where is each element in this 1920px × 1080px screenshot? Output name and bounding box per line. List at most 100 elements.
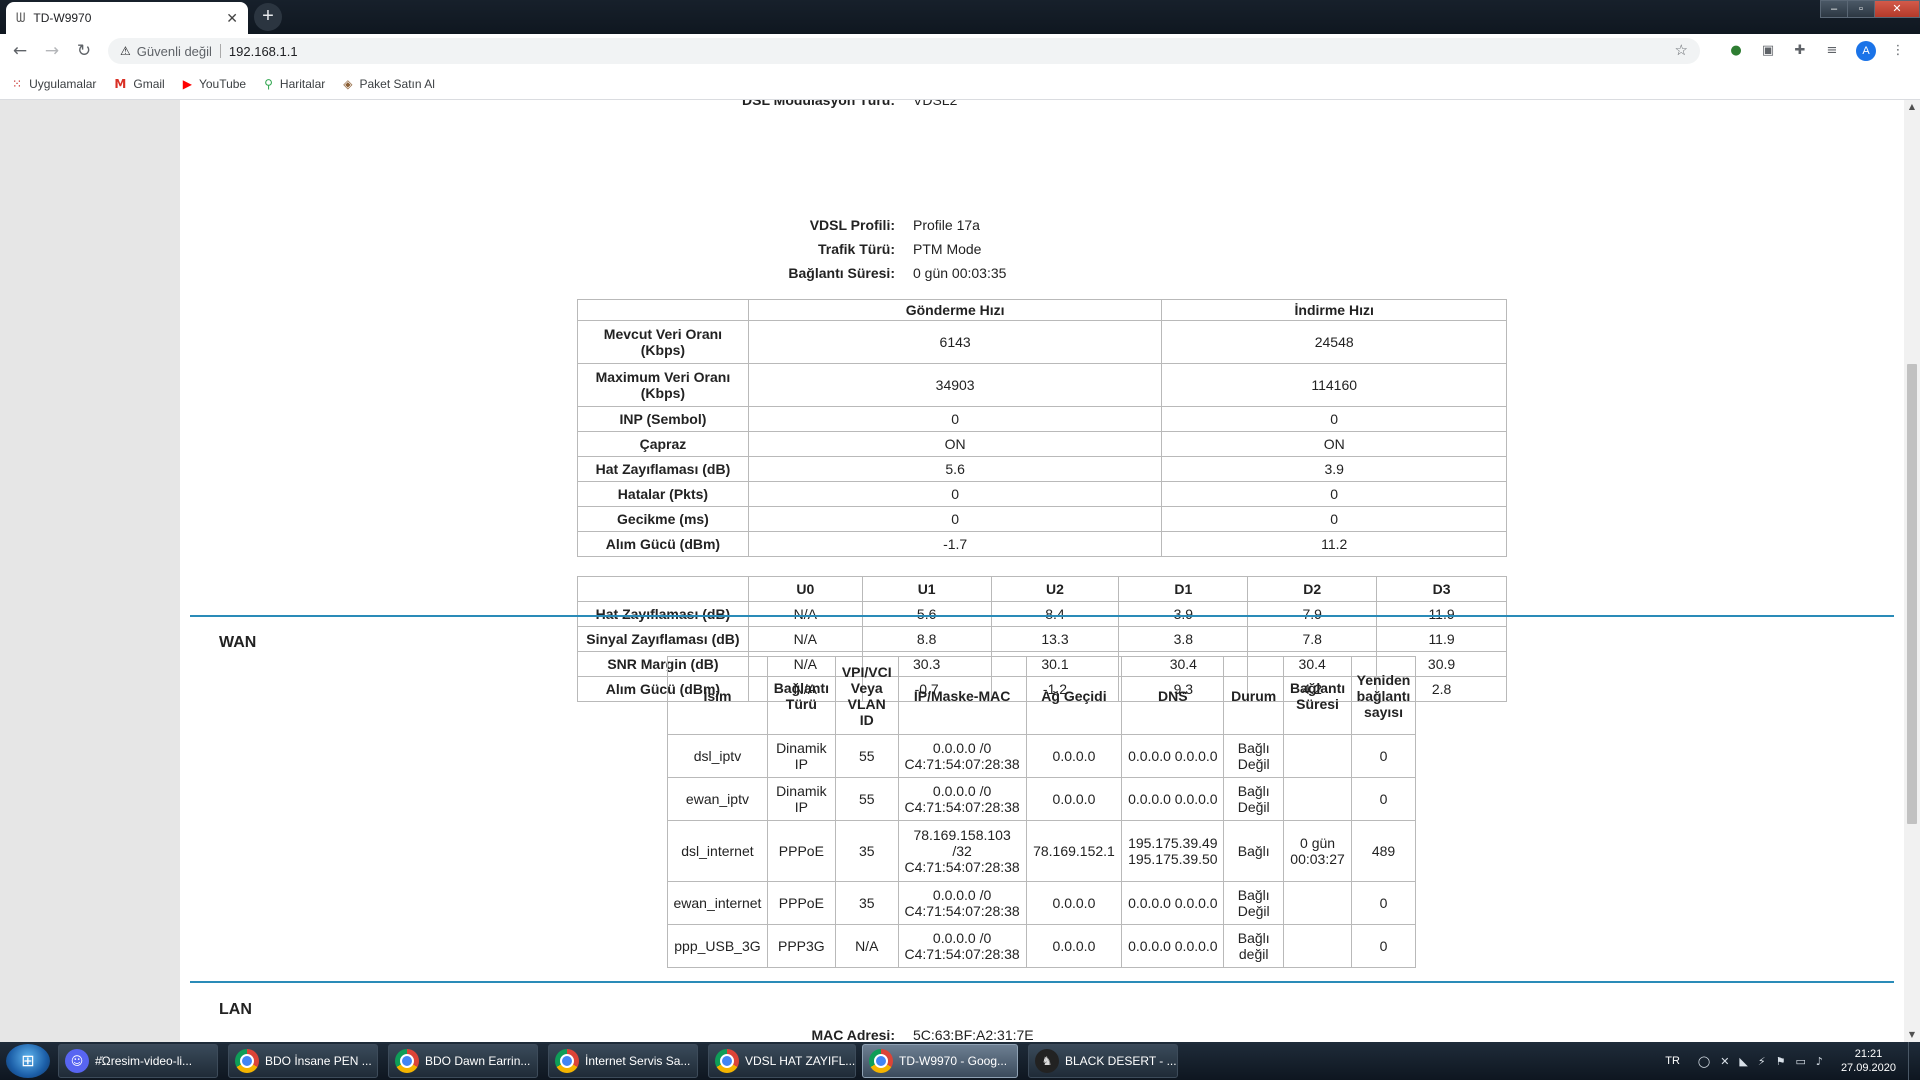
bookmark-label: Uygulamalar	[29, 76, 97, 91]
band-header-row: U0 U1 U2 D1 D2 D3	[577, 576, 1507, 602]
profile-avatar[interactable]: A	[1856, 41, 1876, 61]
reload-button[interactable]: ↻	[72, 39, 96, 63]
bookmark-maps[interactable]: ⚲ Haritalar	[264, 77, 325, 91]
table-cell: 7.9	[1247, 601, 1378, 627]
connection-time-label: Bağlantı Süresi:	[788, 265, 895, 281]
wan-cell: 0.0.0.0 /0 C4:71:54:07:28:38	[897, 734, 1027, 778]
taskbar-item[interactable]: BDO Dawn Earrin...	[388, 1044, 538, 1078]
table-row: Hat Zayıflaması (dB) 5.6 3.9	[577, 456, 1507, 482]
table-cell: 0	[747, 481, 1163, 507]
address-bar[interactable]: ⚠ Güvenli değil 192.168.1.1 ☆	[108, 38, 1700, 64]
close-window-button[interactable]: ✕	[1874, 0, 1920, 18]
band-header-cell: U1	[861, 576, 992, 602]
scroll-down-arrow-icon[interactable]: ▼	[1904, 1028, 1920, 1042]
discord-icon: ☺	[65, 1049, 89, 1073]
url-text[interactable]: 192.168.1.1	[229, 44, 298, 59]
tray-network-icon[interactable]: ⚡	[1758, 1055, 1766, 1068]
taskbar-item[interactable]: TD-W9970 - Goog...	[862, 1044, 1018, 1078]
taskbar-item[interactable]: İnternet Servis Sa...	[548, 1044, 698, 1078]
volume-icon[interactable]: ♪	[1816, 1055, 1823, 1068]
minimize-button[interactable]: –	[1820, 0, 1848, 18]
wan-cell: 0.0.0.0	[1025, 924, 1123, 968]
wan-header-cell: Bağlantı Süresi	[1283, 656, 1352, 735]
taskbar-item[interactable]: ☺ #Ώresim-video-li...	[58, 1044, 218, 1078]
media-queue-icon[interactable]: ≡	[1822, 41, 1842, 61]
extensions-puzzle-icon[interactable]: ✚	[1790, 41, 1810, 61]
close-tab-icon[interactable]: ✕	[226, 10, 238, 27]
tab-title: TD-W9970	[33, 11, 92, 25]
table-cell: 114160	[1161, 363, 1507, 407]
tray-circle-icon[interactable]: ◯	[1698, 1055, 1710, 1068]
lan-section-title: LAN	[219, 1001, 252, 1018]
tray-nvidia-icon[interactable]: ◣	[1739, 1055, 1747, 1068]
tray-display-icon[interactable]: ▭	[1796, 1055, 1806, 1068]
address-separator	[219, 44, 221, 58]
traffic-type-value: PTM Mode	[913, 241, 982, 257]
browser-tab-active[interactable]: ᗯ TD-W9970 ✕	[6, 2, 248, 34]
scroll-up-arrow-icon[interactable]: ▲	[1904, 100, 1920, 114]
page-scrollbar[interactable]: ▲ ▼	[1904, 100, 1920, 1042]
table-cell: 0	[1161, 506, 1507, 532]
table-row: Maximum Veri Oranı (Kbps) 34903 114160	[577, 363, 1507, 407]
taskbar-item-label: #Ώresim-video-li...	[95, 1054, 193, 1068]
table-cell: 0	[747, 506, 1163, 532]
clock[interactable]: 21:21 27.09.2020	[1841, 1047, 1896, 1075]
table-cell: 11.9	[1376, 601, 1507, 627]
system-tray: TR ◯ ✕ ◣ ⚡ ⚑ ▭ ♪ 21:21 27.09.2020	[1665, 1042, 1920, 1080]
taskbar-item[interactable]: ♞ BLACK DESERT - ...	[1028, 1044, 1178, 1078]
wan-cell: Bağlı Değil	[1223, 881, 1285, 925]
wan-cell	[1283, 734, 1352, 778]
bookmark-star-icon[interactable]: ☆	[1675, 41, 1688, 59]
row-header-cell: Hat Zayıflaması (dB)	[577, 456, 749, 482]
lan-mac-value: 5C:63:BF:A2:31:7E	[913, 1027, 1034, 1042]
row-header-cell: Hat Zayıflaması (dB)	[577, 601, 749, 627]
row-header-cell: Mevcut Veri Oranı (Kbps)	[577, 320, 749, 364]
table-row: Gecikme (ms) 0 0	[577, 506, 1507, 532]
table-cell: ON	[747, 431, 1163, 457]
rate-header-row: Gönderme Hızı İndirme Hızı	[577, 299, 1507, 321]
vdsl-profile-label: VDSL Profili:	[809, 217, 895, 233]
wan-cell: 78.169.158.103 /32 C4:71:54:07:28:38	[897, 820, 1027, 882]
forward-button[interactable]: →	[40, 39, 64, 63]
new-tab-button[interactable]: +	[254, 3, 282, 31]
wan-row: ewan_iptv Dinamik IP 55 0.0.0.0 /0 C4:71:54…	[667, 777, 1416, 821]
wan-cell	[1283, 924, 1352, 968]
wan-row: dsl_internet PPPoE 35 78.169.158.103 /32 C4…	[667, 820, 1416, 882]
back-button[interactable]: ←	[8, 39, 32, 63]
taskbar-item[interactable]: BDO İnsane PEN ...	[228, 1044, 378, 1078]
scrollbar-thumb[interactable]	[1907, 364, 1917, 824]
extension-globe-icon[interactable]: ●	[1726, 41, 1746, 61]
tray-app-icon[interactable]: ✕	[1720, 1055, 1729, 1068]
section-divider-wan	[190, 615, 1894, 617]
wan-cell: 0.0.0.0 0.0.0.0	[1121, 881, 1225, 925]
wan-cell	[1283, 777, 1352, 821]
table-row: Sinyal Zayıflaması (dB) N/A 8.8 13.3 3.8 7.8 1…	[577, 626, 1507, 652]
wan-cell: 55	[834, 777, 899, 821]
wan-cell: 489	[1351, 820, 1416, 882]
page-viewport: DSL Modülasyon Türü: VDSL2 VDSL Profili:…	[0, 100, 1904, 1042]
extension-square-icon[interactable]: ▣	[1758, 41, 1778, 61]
bookmark-gmail[interactable]: M Gmail	[114, 77, 164, 91]
language-indicator[interactable]: TR	[1665, 1055, 1680, 1067]
wan-cell: 0	[1351, 777, 1416, 821]
taskbar-item[interactable]: VDSL HAT ZAYIFL...	[708, 1044, 856, 1078]
wan-cell: 0.0.0.0 /0 C4:71:54:07:28:38	[897, 777, 1027, 821]
window-controls: – ▫ ✕	[1820, 0, 1920, 20]
table-row: Çapraz ON ON	[577, 431, 1507, 457]
table-cell: 0	[747, 406, 1163, 432]
menu-kebab-icon[interactable]: ⋮	[1888, 41, 1908, 61]
maximize-button[interactable]: ▫	[1847, 0, 1875, 18]
taskbar-item-label: BDO Dawn Earrin...	[425, 1054, 531, 1068]
tray-flag-icon[interactable]: ⚑	[1776, 1055, 1786, 1068]
bookmark-paket[interactable]: ◈ Paket Satın Al	[343, 77, 435, 91]
bookmark-youtube[interactable]: ▶ YouTube	[183, 77, 246, 91]
browser-toolbar: ← → ↻ ⚠ Güvenli değil 192.168.1.1 ☆ ● ▣ …	[0, 34, 1920, 68]
taskbar-item-label: TD-W9970 - Goog...	[899, 1054, 1008, 1068]
row-header-cell: Hatalar (Pkts)	[577, 481, 749, 507]
security-label[interactable]: Güvenli değil	[137, 44, 212, 59]
show-desktop-button[interactable]	[1908, 1042, 1920, 1080]
bookmark-apps[interactable]: ⁙ Uygulamalar	[12, 77, 96, 91]
start-button[interactable]: ⊞	[6, 1044, 50, 1078]
table-cell: 34903	[747, 363, 1163, 407]
row-header-cell: Alım Gücü (dBm)	[577, 531, 749, 557]
